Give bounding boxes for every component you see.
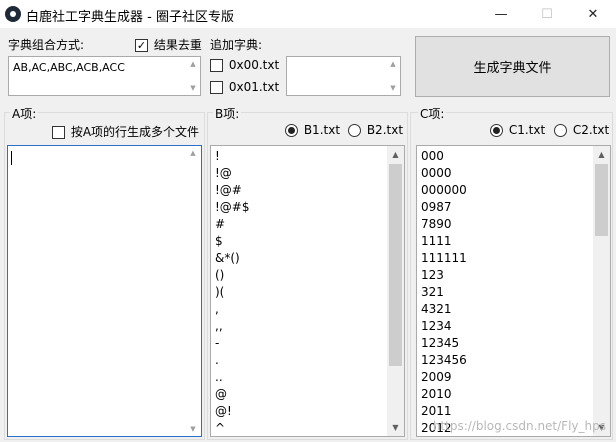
scroll-up-icon[interactable]: ▲ bbox=[593, 146, 610, 163]
radio-c1-label: C1.txt bbox=[508, 123, 546, 137]
group-a-label: A项: bbox=[10, 105, 39, 122]
scroll-thumb[interactable] bbox=[595, 164, 608, 236]
list-item[interactable]: &*() bbox=[215, 250, 250, 267]
list-item[interactable]: !@#$ bbox=[215, 199, 250, 216]
radio-c1[interactable]: C1.txt bbox=[490, 123, 545, 137]
list-item[interactable]: , bbox=[215, 301, 250, 318]
combo-label: 字典组合方式: bbox=[8, 38, 85, 52]
group-a-list[interactable]: ▲ ▼ bbox=[7, 145, 202, 437]
radio-b2-button[interactable] bbox=[348, 124, 361, 137]
group-c-label: C项: bbox=[418, 105, 447, 122]
scroll-down-icon[interactable]: ▼ bbox=[186, 81, 200, 95]
list-item[interactable]: ^ bbox=[215, 420, 250, 436]
radio-b1-label: B1.txt bbox=[303, 123, 341, 137]
radio-b1-button[interactable] bbox=[285, 124, 298, 137]
radio-c1-button[interactable] bbox=[490, 124, 503, 137]
list-item[interactable]: 7890 bbox=[421, 216, 467, 233]
list-item[interactable]: # bbox=[215, 216, 250, 233]
scroll-down-icon[interactable]: ▼ bbox=[185, 422, 201, 436]
list-item[interactable]: 2011 bbox=[421, 403, 467, 420]
append-input-scrollbar[interactable]: ▲ ▼ bbox=[386, 57, 400, 95]
list-item[interactable]: 0000 bbox=[421, 165, 467, 182]
dedupe-label: 结果去重 bbox=[153, 38, 202, 52]
list-item[interactable]: !@# bbox=[215, 182, 250, 199]
multi-file-option[interactable]: 按A项的行生成多个文件 bbox=[52, 123, 199, 140]
list-item[interactable]: 4321 bbox=[421, 301, 467, 318]
list-item[interactable]: $ bbox=[215, 233, 250, 250]
group-b-label: B项: bbox=[213, 105, 242, 122]
list-item[interactable]: . bbox=[215, 352, 250, 369]
group-c-items: 000 0000 000000 0987 7890 1111 111111 123 321 432… bbox=[421, 148, 467, 436]
list-item[interactable]: 1234 bbox=[421, 318, 467, 335]
minimize-button[interactable]: — bbox=[478, 0, 524, 28]
list-item[interactable]: - bbox=[215, 335, 250, 352]
append-checkbox-0x01[interactable] bbox=[210, 81, 223, 94]
append-option-label: 0x01.txt bbox=[228, 80, 280, 94]
group-b-scrollbar[interactable]: ▲ ▼ bbox=[387, 146, 404, 436]
scroll-down-icon[interactable]: ▼ bbox=[386, 81, 400, 95]
append-dict-input[interactable]: ▲ ▼ bbox=[286, 56, 401, 96]
list-item[interactable]: @ bbox=[215, 386, 250, 403]
list-item[interactable]: ! bbox=[215, 148, 250, 165]
append-checkbox-0x00[interactable] bbox=[210, 59, 223, 72]
list-item[interactable]: ,, bbox=[215, 318, 250, 335]
radio-b2-label: B2.txt bbox=[366, 123, 404, 137]
radio-c2-button[interactable] bbox=[554, 124, 567, 137]
list-item[interactable]: !@ bbox=[215, 165, 250, 182]
list-item[interactable]: 2009 bbox=[421, 369, 467, 386]
multi-file-label: 按A项的行生成多个文件 bbox=[70, 125, 200, 139]
append-option-label: 0x00.txt bbox=[228, 58, 280, 72]
list-item[interactable]: 0987 bbox=[421, 199, 467, 216]
group-b-list[interactable]: ! !@ !@# !@#$ # $ &*()())(,,, -... @ @! ^ ▲ ▼ bbox=[210, 145, 405, 437]
combo-input[interactable]: AB,AC,ABC,ACB,ACC ▲ ▼ bbox=[8, 56, 201, 96]
dedupe-checkbox[interactable]: ✓ bbox=[135, 39, 148, 52]
window-title: 白鹿社工字典生成器 - 圈子社区专版 bbox=[26, 10, 234, 25]
list-item[interactable]: 12345 bbox=[421, 335, 467, 352]
combo-input-value: AB,AC,ABC,ACB,ACC bbox=[13, 61, 125, 74]
app-icon bbox=[5, 6, 21, 22]
close-button[interactable]: ✕ bbox=[570, 0, 616, 28]
list-item[interactable]: .. bbox=[215, 369, 250, 386]
list-item[interactable]: )( bbox=[215, 284, 250, 301]
scroll-up-icon[interactable]: ▲ bbox=[185, 146, 201, 160]
radio-b2[interactable]: B2.txt bbox=[348, 123, 403, 137]
group-a-scrollbar[interactable]: ▲ ▼ bbox=[185, 146, 201, 436]
list-item[interactable]: 2010 bbox=[421, 386, 467, 403]
append-dict-label: 追加字典: bbox=[210, 38, 263, 52]
group-c-scrollbar[interactable]: ▲ ▼ bbox=[593, 146, 610, 436]
list-item[interactable]: 123456 bbox=[421, 352, 467, 369]
list-item[interactable]: 000000 bbox=[421, 182, 467, 199]
group-c-list[interactable]: 000 0000 000000 0987 7890 1111 111111 123 321 432… bbox=[416, 145, 611, 437]
list-item[interactable]: 000 bbox=[421, 148, 467, 165]
watermark: https://blog.csdn.net/Fly_hps bbox=[432, 419, 606, 433]
list-item[interactable]: 1111 bbox=[421, 233, 467, 250]
radio-c2-label: C2.txt bbox=[572, 123, 610, 137]
maximize-button[interactable]: ☐ bbox=[524, 0, 570, 28]
dedupe-checkbox-row[interactable]: ✓ 结果去重 bbox=[135, 36, 202, 53]
text-caret bbox=[11, 151, 12, 165]
radio-c2[interactable]: C2.txt bbox=[554, 123, 609, 137]
list-item[interactable]: () bbox=[215, 267, 250, 284]
scroll-thumb[interactable] bbox=[389, 164, 402, 366]
scroll-down-icon[interactable]: ▼ bbox=[387, 419, 404, 436]
generate-dict-button[interactable]: 生成字典文件 bbox=[415, 36, 610, 97]
list-item[interactable]: 123 bbox=[421, 267, 467, 284]
scroll-up-icon[interactable]: ▲ bbox=[387, 146, 404, 163]
list-item[interactable]: 111111 bbox=[421, 250, 467, 267]
list-item[interactable]: 321 bbox=[421, 284, 467, 301]
append-option-0x00[interactable]: 0x00.txt bbox=[210, 58, 279, 72]
scroll-up-icon[interactable]: ▲ bbox=[386, 57, 400, 71]
multi-file-checkbox[interactable] bbox=[52, 126, 65, 139]
scroll-up-icon[interactable]: ▲ bbox=[186, 57, 200, 71]
radio-b1[interactable]: B1.txt bbox=[285, 123, 340, 137]
list-item[interactable]: @! bbox=[215, 403, 250, 420]
combo-input-scrollbar[interactable]: ▲ ▼ bbox=[186, 57, 200, 95]
append-option-0x01[interactable]: 0x01.txt bbox=[210, 80, 279, 94]
title-bar: 白鹿社工字典生成器 - 圈子社区专版 — ☐ ✕ bbox=[0, 0, 616, 28]
group-b-items: ! !@ !@# !@#$ # $ &*()())(,,, -... @ @! ^ bbox=[215, 148, 250, 436]
